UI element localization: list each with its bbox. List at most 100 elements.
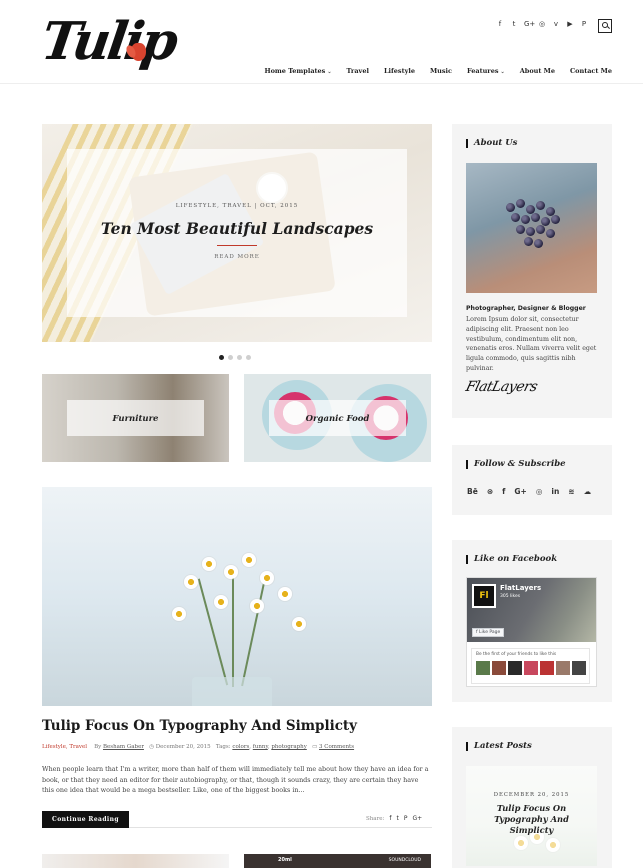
instagram-icon[interactable]: ◎ <box>538 20 546 28</box>
nav-item-features[interactable]: Features ⌄ <box>467 67 505 75</box>
avatar[interactable] <box>476 661 490 675</box>
category-label-box: Furniture <box>67 400 204 436</box>
chevron-down-icon: ⌄ <box>500 69 505 75</box>
nav-item-contact-me[interactable]: Contact Me <box>570 67 612 75</box>
vase-image <box>192 677 272 706</box>
grape <box>526 227 535 236</box>
latest-post-title[interactable]: Tulip Focus On Typography And Simplicty <box>486 803 577 836</box>
next-post-image[interactable] <box>42 854 229 868</box>
comment-icon: ▭ <box>312 744 318 750</box>
site-logo[interactable]: Tulip <box>38 10 180 74</box>
twitter-icon[interactable]: t <box>396 815 398 822</box>
about-text: Lorem Ipsum dolor sit, consectetur adipi… <box>466 316 597 372</box>
tulip-logo-icon <box>131 43 146 61</box>
slider-title[interactable]: Ten Most Beautiful Landscapes <box>67 219 407 238</box>
pinterest-icon[interactable]: P <box>580 20 588 28</box>
linkedin-icon[interactable]: in <box>551 487 559 496</box>
facebook-page-plugin[interactable]: Fl FlatLayers 305 likes f Like Page Be t… <box>466 577 597 687</box>
daisy-image <box>202 557 216 571</box>
category-label: Furniture <box>112 414 159 424</box>
share-bar: Share: f t P G+ <box>366 815 422 822</box>
post-meta: Lifestyle, Travel By Besham Gaber ◷ Dece… <box>42 744 355 750</box>
continue-reading-button[interactable]: Continue Reading <box>42 811 129 828</box>
flower-stem <box>241 582 265 687</box>
nav-item-travel[interactable]: Travel <box>347 67 369 75</box>
slider-dot[interactable] <box>237 355 242 360</box>
facebook-likes-count: 305 likes <box>500 594 521 599</box>
category-furniture[interactable]: Furniture <box>42 374 229 462</box>
google-plus-icon[interactable]: G+ <box>524 20 535 28</box>
latest-post-item[interactable]: DECEMBER 20, 2015 Tulip Focus On Typogra… <box>466 766 597 866</box>
google-plus-icon[interactable]: G+ <box>514 487 526 496</box>
slider-dot[interactable] <box>246 355 251 360</box>
dribbble-icon[interactable]: ⊛ <box>487 487 493 496</box>
widget-title: About Us <box>466 139 517 148</box>
nav-item-home-templates[interactable]: Home Templates ⌄ <box>264 67 331 75</box>
youtube-icon[interactable]: ▶ <box>566 20 574 28</box>
post-categories[interactable]: Lifestyle, Travel <box>42 744 87 750</box>
slider-read-more[interactable]: READ MORE <box>67 254 407 260</box>
rss-icon[interactable]: ≋ <box>568 487 574 496</box>
friends-text: Be the first of your friends to like thi… <box>476 652 557 657</box>
nav-item-about-me[interactable]: About Me <box>520 67 555 75</box>
next-post-image[interactable]: 20ml SOUNDCLOUD <box>244 854 431 868</box>
grape <box>521 215 530 224</box>
post-author[interactable]: Besham Gaber <box>103 744 144 750</box>
slider-caption: LIFESTYLE, TRAVEL | OCT, 2015 Ten Most B… <box>67 149 407 317</box>
post-title[interactable]: Tulip Focus On Typography And Simplicty <box>42 718 357 734</box>
twitter-icon[interactable]: t <box>510 20 518 28</box>
nav-item-music[interactable]: Music <box>430 67 452 75</box>
grape <box>536 201 545 210</box>
google-plus-icon[interactable]: G+ <box>412 815 422 822</box>
category-organic-food[interactable]: Organic Food <box>244 374 431 462</box>
about-heading: Photographer, Designer & Blogger <box>466 305 586 312</box>
flower-stem <box>232 567 234 687</box>
facebook-icon[interactable]: f <box>389 815 391 822</box>
like-page-button[interactable]: f Like Page <box>472 628 505 637</box>
slider-meta[interactable]: LIFESTYLE, TRAVEL | OCT, 2015 <box>67 203 407 209</box>
facebook-cover-image: Fl FlatLayers 305 likes f Like Page <box>467 578 596 642</box>
post-comments[interactable]: 3 Comments <box>319 744 354 750</box>
header-social-icons: f t G+ ◎ v ▶ P <box>496 20 588 28</box>
facebook-friends-box: Be the first of your friends to like thi… <box>471 648 590 684</box>
soundcloud-icon[interactable]: ☁ <box>584 487 592 496</box>
category-label-box: Organic Food <box>269 400 406 436</box>
grape <box>531 213 540 222</box>
instagram-icon[interactable]: ◎ <box>536 487 543 496</box>
behance-icon[interactable]: Bē <box>467 487 478 496</box>
featured-slider[interactable]: LIFESTYLE, TRAVEL | OCT, 2015 Ten Most B… <box>42 124 432 342</box>
widget-title: Latest Posts <box>466 742 532 751</box>
share-label: Share: <box>366 815 385 822</box>
avatar[interactable] <box>508 661 522 675</box>
slider-dot[interactable] <box>228 355 233 360</box>
avatar[interactable] <box>572 661 586 675</box>
latest-post-date: DECEMBER 20, 2015 <box>493 792 570 798</box>
post-tag[interactable]: funny <box>253 744 268 750</box>
grape <box>516 199 525 208</box>
post-tag[interactable]: colors <box>232 744 249 750</box>
avatar[interactable] <box>556 661 570 675</box>
post-featured-image[interactable] <box>42 487 432 706</box>
post-date: December 20, 2015 <box>155 744 211 750</box>
pinterest-icon[interactable]: P <box>404 815 408 822</box>
avatar[interactable] <box>524 661 538 675</box>
daisy-image <box>242 553 256 567</box>
facebook-icon[interactable]: f <box>496 20 504 28</box>
main-navigation: Home Templates ⌄ Travel Lifestyle Music F… <box>264 67 612 75</box>
about-widget: About Us Photographer, Designer & Blogge… <box>452 124 612 418</box>
facebook-icon[interactable]: f <box>502 487 505 496</box>
post-tag[interactable]: photography <box>271 744 307 750</box>
daisy-image <box>292 617 306 631</box>
site-header: Tulip f t G+ ◎ v ▶ P Home Templates ⌄ Tra… <box>0 0 643 84</box>
category-label: Organic Food <box>305 414 370 424</box>
facebook-page-name[interactable]: FlatLayers <box>500 584 541 592</box>
slider-dot[interactable] <box>219 355 224 360</box>
avatar[interactable] <box>540 661 554 675</box>
search-icon[interactable] <box>598 19 612 33</box>
vimeo-icon[interactable]: v <box>552 20 560 28</box>
widget-title: Like on Facebook <box>466 555 557 564</box>
avatar[interactable] <box>492 661 506 675</box>
nav-item-lifestyle[interactable]: Lifestyle <box>384 67 415 75</box>
grape <box>506 203 515 212</box>
page-logo: Fl <box>472 584 496 608</box>
